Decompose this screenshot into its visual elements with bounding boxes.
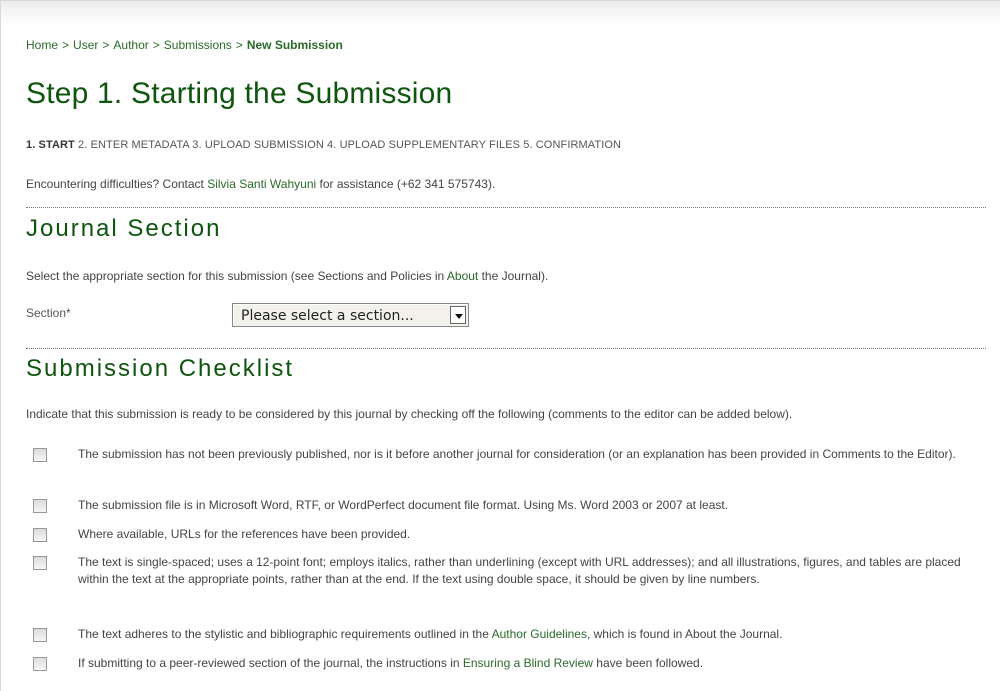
journal-section-heading: Journal Section <box>26 215 222 242</box>
checklist-item-text: Where available, URLs for the references… <box>78 527 411 541</box>
about-link[interactable]: About <box>447 269 478 283</box>
submission-steps: 1. START 2. ENTER METADATA 3. UPLOAD SUB… <box>26 139 621 151</box>
breadcrumb-separator: > <box>62 38 70 52</box>
item-text-suffix: have been followed. <box>592 656 704 670</box>
breadcrumb-submissions[interactable]: Submissions <box>164 38 232 52</box>
section-label: Section* <box>26 306 71 320</box>
checklist-checkbox[interactable] <box>33 628 47 642</box>
breadcrumb-separator: > <box>152 38 160 52</box>
top-shade <box>1 1 1000 25</box>
page-title: Step 1. Starting the Submission <box>26 77 453 110</box>
step-active: 1. START <box>26 139 75 151</box>
breadcrumb-separator: > <box>235 38 243 52</box>
instruction-prefix: Select the appropriate section for this … <box>26 269 447 283</box>
journal-section-instruction: Select the appropriate section for this … <box>26 269 548 283</box>
item-text-suffix: , which is found in About the Journal. <box>586 627 783 641</box>
contact-suffix: for assistance (+62 341 575743). <box>316 177 496 191</box>
item-text-prefix: If submitting to a peer-reviewed section… <box>78 656 463 670</box>
breadcrumb-author[interactable]: Author <box>113 38 148 52</box>
checklist-checkbox[interactable] <box>33 448 47 462</box>
checklist-item-text: The text adheres to the stylistic and bi… <box>78 626 978 643</box>
instruction-suffix: the Journal). <box>478 269 549 283</box>
breadcrumb: Home > User > Author > Submissions > New Submiss… <box>26 38 343 52</box>
breadcrumb-home[interactable]: Home <box>26 38 58 52</box>
item-text-prefix: The text adheres to the stylistic and bi… <box>78 627 492 641</box>
checklist-item-text: The submission has not been previously p… <box>78 447 956 461</box>
checklist-checkbox[interactable] <box>33 657 47 671</box>
author-guidelines-link[interactable]: Author Guidelines <box>492 627 587 641</box>
breadcrumb-separator: > <box>102 38 110 52</box>
checklist-item-text: If submitting to a peer-reviewed section… <box>78 655 978 672</box>
step-rest: 2. ENTER METADATA 3. UPLOAD SUBMISSION 4… <box>74 139 622 151</box>
checklist-item-text: The text is single-spaced; uses a 12-poi… <box>78 555 961 586</box>
section-divider <box>26 348 986 349</box>
blind-review-link[interactable]: Ensuring a Blind Review <box>463 656 593 670</box>
checklist-checkbox[interactable] <box>33 556 47 570</box>
checklist-instruction: Indicate that this submission is ready t… <box>26 407 793 421</box>
contact-prefix: Encountering difficulties? Contact <box>26 177 208 191</box>
section-select[interactable]: Please select a section... <box>232 303 469 327</box>
contact-help: Encountering difficulties? Contact Silvi… <box>26 177 495 191</box>
submission-checklist-heading: Submission Checklist <box>26 355 295 382</box>
submission-page: Home > User > Author > Submissions > New Submiss… <box>0 0 1000 691</box>
contact-link[interactable]: Silvia Santi Wahyuni <box>207 177 316 191</box>
section-divider <box>26 207 986 208</box>
section-select-value: Please select a section... <box>241 308 414 324</box>
checklist-item-text: The submission file is in Microsoft Word… <box>78 498 729 512</box>
dropdown-arrow-icon[interactable] <box>450 306 466 324</box>
checklist-checkbox[interactable] <box>33 528 47 542</box>
breadcrumb-current[interactable]: New Submission <box>247 38 343 52</box>
checklist-checkbox[interactable] <box>33 499 47 513</box>
breadcrumb-user[interactable]: User <box>73 38 98 52</box>
